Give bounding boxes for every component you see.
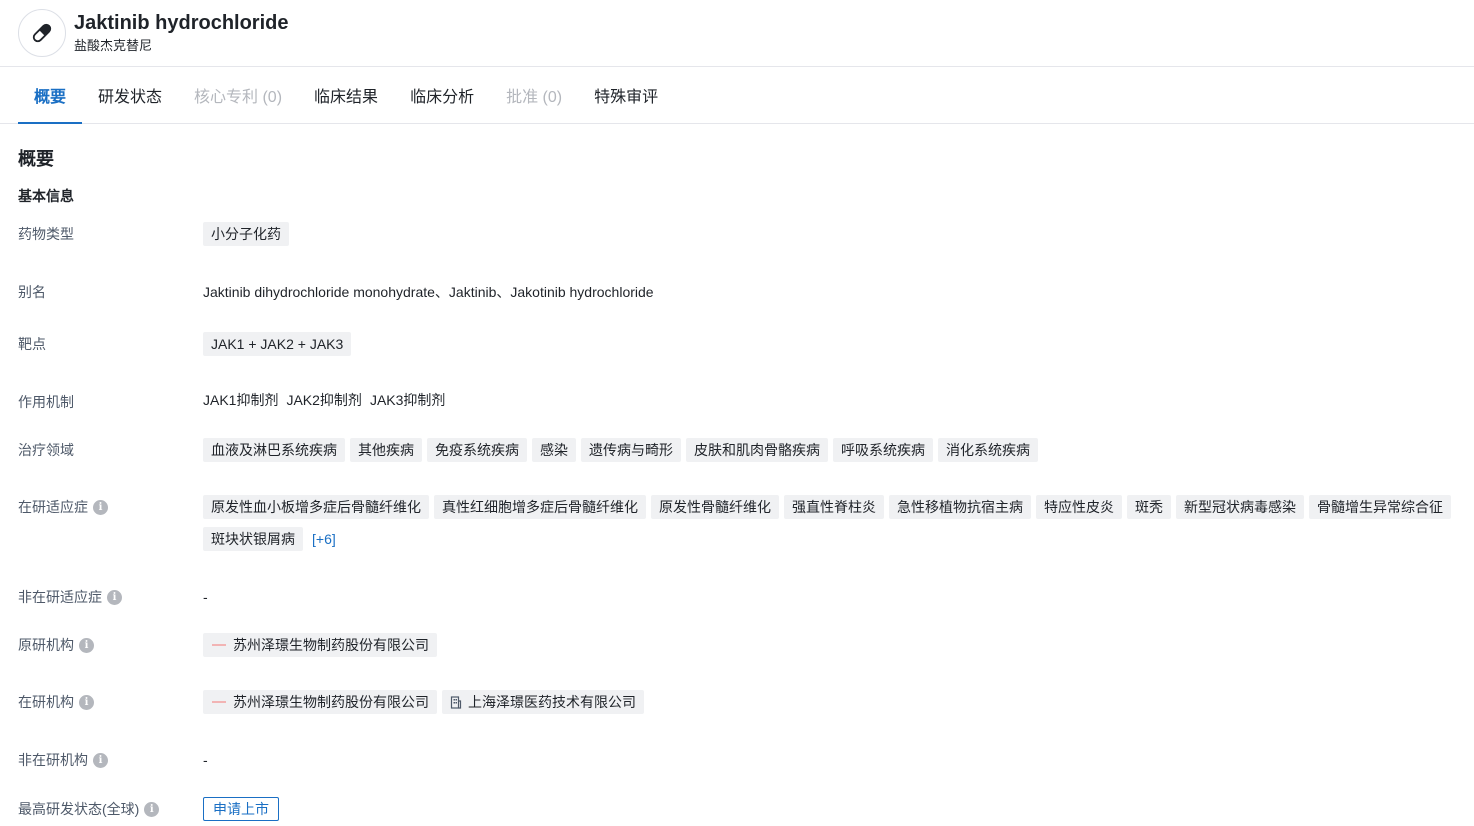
drug-type-tag: 小分子化药 <box>203 222 289 246</box>
mechanism-item: JAK2抑制剂 <box>286 392 362 408</box>
tab-rd-status[interactable]: 研发状态 <box>82 67 178 123</box>
pill-icon <box>18 9 66 57</box>
label-active-org-text: 在研机构 <box>18 694 74 710</box>
label-drug-type: 药物类型 <box>18 226 74 242</box>
drug-title: Jaktinib hydrochloride <box>74 11 289 34</box>
company-logo-icon <box>211 697 227 707</box>
info-icon[interactable]: i <box>93 499 108 515</box>
label-inactive-indication-text: 非在研适应症 <box>18 589 102 605</box>
org-tag[interactable]: 苏州泽璟生物制药股份有限公司 <box>203 633 437 657</box>
label-target: 靶点 <box>18 336 46 352</box>
tab-clinical-results[interactable]: 临床结果 <box>298 67 394 123</box>
info-icon[interactable]: i <box>144 801 160 817</box>
label-mechanism: 作用机制 <box>18 394 74 410</box>
row-highest-status: 最高研发状态(全球) i 申请上市 <box>18 797 1456 821</box>
indication-tag: 急性移植物抗宿主病 <box>889 495 1031 519</box>
org-name: 上海泽璟医药技术有限公司 <box>468 694 636 710</box>
indication-tag: 骨髓增生异常综合征 <box>1309 495 1451 519</box>
tab-overview[interactable]: 概要 <box>18 67 83 124</box>
label-originator: 原研机构 i <box>18 633 203 657</box>
org-name: 苏州泽璟生物制药股份有限公司 <box>233 637 429 653</box>
indication-tag: 新型冠状病毒感染 <box>1176 495 1304 519</box>
indication-tag: 原发性血小板增多症后骨髓纤维化 <box>203 495 429 519</box>
indication-tag: 强直性脊柱炎 <box>784 495 884 519</box>
therapeutic-area-tag: 感染 <box>532 438 576 462</box>
therapeutic-area-tag: 其他疾病 <box>350 438 422 462</box>
label-inactive-org: 非在研机构 i <box>18 748 203 772</box>
drug-header: Jaktinib hydrochloride 盐酸杰克替尼 <box>0 0 1474 67</box>
info-icon[interactable]: i <box>93 752 108 768</box>
info-icon[interactable]: i <box>79 694 94 710</box>
info-icon[interactable]: i <box>107 589 122 605</box>
row-drug-type: 药物类型 小分子化药 <box>18 222 1456 246</box>
label-inactive-indication: 非在研适应症 i <box>18 585 203 609</box>
therapeutic-area-tag: 呼吸系统疾病 <box>833 438 933 462</box>
show-more-indications-link[interactable]: [+6] <box>308 531 336 547</box>
company-logo-icon <box>211 640 227 650</box>
therapeutic-area-tag: 皮肤和肌肉骨骼疾病 <box>686 438 828 462</box>
target-tag[interactable]: JAK1 + JAK2 + JAK3 <box>203 332 352 356</box>
row-originator: 原研机构 i 苏州泽璟生物制药股份有限公司 <box>18 633 1456 657</box>
subsection-title: 基本信息 <box>18 188 74 204</box>
label-active-indication-text: 在研适应症 <box>18 499 88 515</box>
org-name: 苏州泽璟生物制药股份有限公司 <box>233 694 429 710</box>
alias-text: Jaktinib dihydrochloride monohydrate、Jak… <box>203 284 654 300</box>
row-inactive-org: 非在研机构 i - <box>18 748 1456 772</box>
row-target: 靶点 JAK1 + JAK2 + JAK3 <box>18 332 1456 356</box>
info-icon[interactable]: i <box>79 637 94 653</box>
therapeutic-area-tag: 消化系统疾病 <box>938 438 1038 462</box>
row-alias: 别名 Jaktinib dihydrochloride monohydrate、… <box>18 280 1456 304</box>
indication-tag: 真性红细胞增多症后骨髓纤维化 <box>434 495 646 519</box>
inactive-org-value: - <box>203 752 208 768</box>
status-badge: 申请上市 <box>203 797 279 821</box>
row-active-org: 在研机构 i 苏州泽璟生物制药股份有限公司 上海泽璟医药技术有限公司 <box>18 690 1456 714</box>
mechanism-item: JAK1抑制剂 <box>203 392 279 408</box>
tab-approvals: 批准 (0) <box>506 89 563 106</box>
building-icon <box>450 695 462 709</box>
indication-tag: 原发性骨髓纤维化 <box>651 495 779 519</box>
row-inactive-indication: 非在研适应症 i - <box>18 585 1456 609</box>
label-active-indication: 在研适应症 i <box>18 495 203 519</box>
therapeutic-area-tag: 免疫系统疾病 <box>427 438 527 462</box>
tab-bar: 概要 研发状态 核心专利 (0) 临床结果 临床分析 批准 (0) 特殊审评 <box>0 67 1474 124</box>
org-tag[interactable]: 上海泽璟医药技术有限公司 <box>442 690 644 714</box>
inactive-indication-value: - <box>203 589 208 605</box>
label-active-org: 在研机构 i <box>18 690 203 714</box>
mechanism-item: JAK3抑制剂 <box>369 392 446 408</box>
label-therapeutic-area: 治疗领域 <box>18 442 74 458</box>
indication-tag: 斑块状银屑病 <box>203 527 303 551</box>
indication-tag: 特应性皮炎 <box>1036 495 1122 519</box>
row-therapeutic-area: 治疗领域 血液及淋巴系统疾病 其他疾病 免疫系统疾病 感染 遗传病与畸形 皮肤和… <box>18 438 1456 462</box>
drug-subtitle: 盐酸杰克替尼 <box>74 37 153 53</box>
label-originator-text: 原研机构 <box>18 637 74 653</box>
org-tag[interactable]: 苏州泽璟生物制药股份有限公司 <box>203 690 437 714</box>
tab-special-review[interactable]: 特殊审评 <box>578 67 674 123</box>
therapeutic-area-tag: 血液及淋巴系统疾病 <box>203 438 345 462</box>
therapeutic-area-tag: 遗传病与畸形 <box>581 438 681 462</box>
label-highest-status: 最高研发状态(全球) i <box>18 797 203 821</box>
label-highest-status-text: 最高研发状态(全球) <box>18 801 140 817</box>
row-mechanism: 作用机制 JAK1抑制剂 JAK2抑制剂 JAK3抑制剂 <box>18 386 1456 414</box>
section-title: 概要 <box>18 149 54 169</box>
indication-tag: 斑秃 <box>1127 495 1171 519</box>
tab-core-patents: 核心专利 (0) <box>194 89 283 106</box>
tab-clinical-analysis[interactable]: 临床分析 <box>394 67 490 123</box>
label-inactive-org-text: 非在研机构 <box>18 752 88 768</box>
row-active-indication: 在研适应症 i 原发性血小板增多症后骨髓纤维化 真性红细胞增多症后骨髓纤维化 原… <box>18 495 1456 551</box>
label-alias: 别名 <box>18 284 46 300</box>
